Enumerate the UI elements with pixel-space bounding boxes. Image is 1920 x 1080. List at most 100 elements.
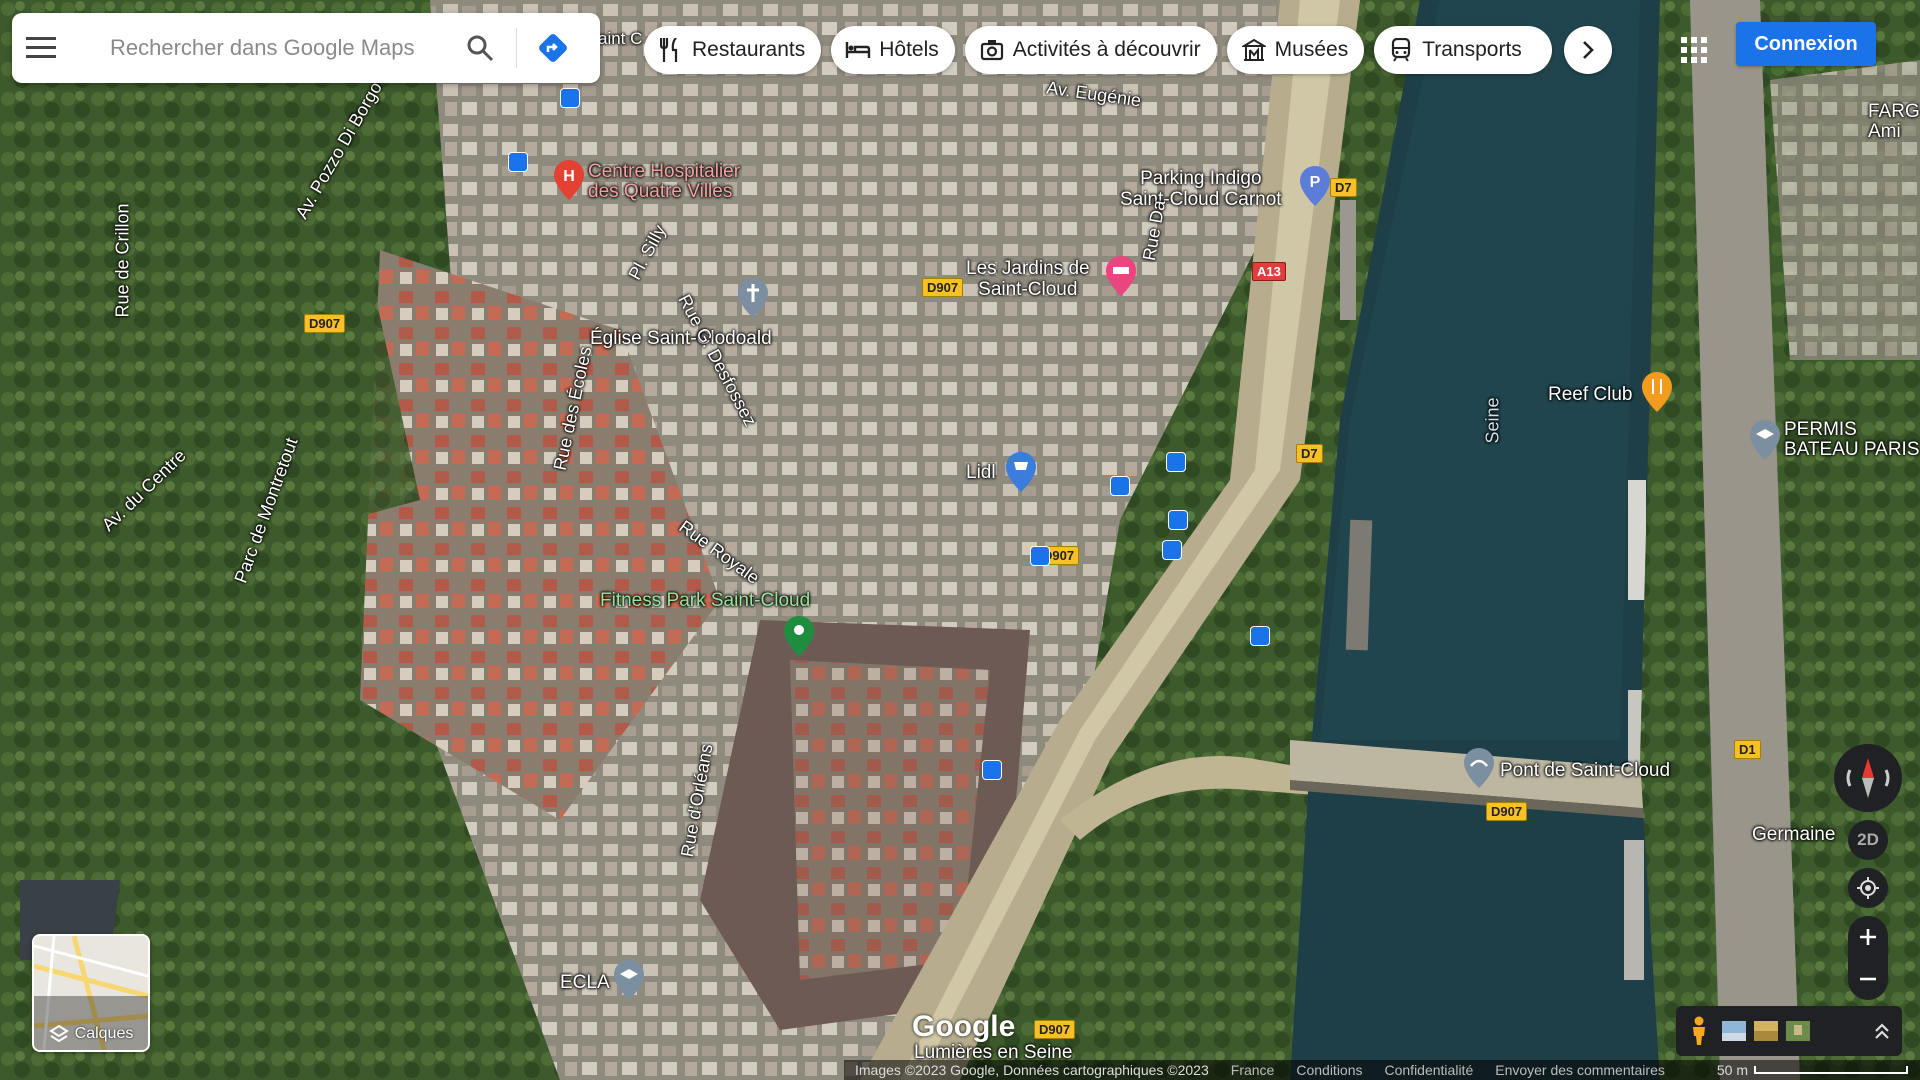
pegman-button[interactable] [1676, 1006, 1722, 1056]
bed-icon [845, 37, 871, 63]
google-logo: Google [912, 1010, 1016, 1043]
svg-text:H: H [563, 168, 575, 185]
place-label-ecla[interactable]: ECLA [560, 972, 610, 993]
road-shield: D907 [922, 278, 964, 297]
chevron-right-icon [1583, 41, 1594, 59]
train-icon [1388, 37, 1414, 63]
museum-icon [1241, 37, 1267, 63]
pegman-icon [1693, 1016, 1705, 1045]
scale-line [1754, 1066, 1908, 1074]
layers-button[interactable]: Calques [32, 934, 150, 1052]
menu-button[interactable] [12, 13, 70, 83]
expand-button[interactable] [1862, 1006, 1902, 1056]
restaurant-pin-icon[interactable] [1642, 372, 1672, 417]
bus-stop-icon[interactable] [1250, 626, 1270, 646]
shopping-pin-icon[interactable] [1006, 452, 1036, 497]
hotel-pin-icon[interactable] [1106, 256, 1136, 301]
scale-bar[interactable]: 50 m [1717, 1062, 1908, 1078]
street-view-panel [1676, 1006, 1902, 1056]
minus-icon [1860, 977, 1876, 981]
road-shield: D7 [1330, 178, 1357, 197]
bus-stop-icon[interactable] [1030, 546, 1050, 566]
scale-label: 50 m [1716, 1062, 1748, 1078]
parking-pin-icon[interactable]: P [1300, 166, 1330, 211]
school-pin-icon[interactable] [614, 960, 644, 1005]
zoom-in-button[interactable] [1848, 916, 1888, 958]
place-label-lidl[interactable]: Lidl [966, 462, 996, 483]
place-label-parking[interactable]: Parking Indigo Saint-Cloud Carnot [1120, 168, 1282, 210]
place-label-farg[interactable]: FARG Ami [1868, 102, 1920, 142]
church-pin-icon[interactable] [738, 278, 768, 323]
directions-button[interactable] [525, 20, 581, 76]
satellite-map[interactable]: Centre Hospitalier des Quatre Villes H É… [0, 0, 1920, 1080]
search-button[interactable] [452, 20, 508, 76]
login-button[interactable]: Connexion [1736, 22, 1876, 66]
imagery-thumbnail-1[interactable] [1722, 1021, 1746, 1041]
chevron-up-double-icon [1875, 1023, 1889, 1039]
chip-activities[interactable]: Activités à découvrir [964, 26, 1217, 74]
footer-bar: Images ©2023 Google, Données cartographi… [844, 1060, 1920, 1080]
chip-label: Transports [1422, 38, 1522, 61]
compass-button[interactable] [1834, 744, 1902, 812]
layers-label-text: Calques [74, 1025, 134, 1042]
road-shield: D7 [1296, 444, 1323, 463]
compass-icon [1846, 758, 1890, 798]
bus-stop-icon[interactable] [1166, 452, 1186, 472]
chip-hotels[interactable]: Hôtels [831, 26, 955, 74]
place-label-permis[interactable]: PERMIS BATEAU PARIS [1784, 420, 1920, 460]
bus-stop-icon[interactable] [508, 152, 528, 172]
school-pin-icon[interactable] [1750, 420, 1780, 465]
toggle-2d-button[interactable]: 2D [1848, 820, 1888, 860]
directions-icon [539, 34, 567, 62]
feedback-link[interactable]: Envoyer des commentaires [1495, 1062, 1665, 1078]
imagery-thumbnail-2[interactable] [1754, 1021, 1778, 1041]
place-label-saint[interactable]: aint C [598, 28, 642, 49]
chip-label: Hôtels [879, 38, 939, 61]
category-chips: Restaurants Hôtels Activités à découvrir… [644, 26, 1553, 74]
search-icon [467, 35, 494, 62]
place-label-church[interactable]: Église Saint-Clodoald [590, 328, 772, 349]
layers-icon [48, 1024, 69, 1043]
road-shield: A13 [1252, 262, 1286, 281]
hospital-pin-icon[interactable]: H [554, 160, 584, 205]
region-link[interactable]: France [1231, 1062, 1275, 1078]
hamburger-menu-icon [26, 37, 56, 58]
place-label-reef[interactable]: Reef Club [1548, 384, 1633, 405]
road-shield: D1 [1734, 740, 1761, 759]
bus-stop-icon[interactable] [982, 760, 1002, 780]
imagery-thumbnail-3[interactable] [1786, 1021, 1810, 1041]
layers-label: Calques [34, 1024, 148, 1044]
road-shield: D907 [304, 314, 346, 333]
place-label-fitness[interactable]: Fitness Park Saint-Cloud [600, 590, 810, 611]
place-label-jardins[interactable]: Les Jardins de Saint-Cloud [966, 258, 1090, 300]
google-apps-button[interactable] [1672, 28, 1716, 72]
my-location-button[interactable] [1848, 868, 1888, 908]
search-input[interactable] [108, 27, 452, 69]
bus-stop-icon[interactable] [1162, 540, 1182, 560]
privacy-link[interactable]: Confidentialité [1385, 1062, 1474, 1078]
zoom-controls [1848, 916, 1888, 1000]
place-label-pont[interactable]: Pont de Saint-Cloud [1500, 760, 1670, 781]
bus-stop-icon[interactable] [1110, 476, 1130, 496]
camera-icon [979, 37, 1005, 63]
svg-text:P: P [1310, 174, 1321, 191]
place-label-germaine[interactable]: Germaine [1752, 824, 1835, 845]
fork-knife-icon [658, 37, 684, 63]
terms-link[interactable]: Conditions [1296, 1062, 1362, 1078]
place-label-hospital[interactable]: Centre Hospitalier des Quatre Villes [588, 162, 740, 202]
chip-restaurants[interactable]: Restaurants [644, 26, 822, 74]
zoom-out-button[interactable] [1848, 958, 1888, 1000]
chip-label: Restaurants [692, 38, 806, 61]
chip-label: Activités à découvrir [1012, 38, 1201, 61]
bus-stop-icon[interactable] [560, 88, 580, 108]
bridge-pin-icon[interactable] [1464, 748, 1494, 793]
road-shield: D907 [1034, 1020, 1076, 1039]
fitness-pin-icon[interactable] [784, 616, 814, 661]
river-label-seine: Seine [1482, 397, 1503, 444]
copyright-text: Images ©2023 Google, Données cartographi… [855, 1062, 1209, 1078]
chip-museums[interactable]: Musées [1226, 26, 1365, 74]
plus-icon [1860, 929, 1876, 945]
chips-next-button[interactable] [1564, 26, 1612, 74]
chip-transport[interactable]: Transports [1374, 26, 1553, 74]
bus-stop-icon[interactable] [1168, 510, 1188, 530]
